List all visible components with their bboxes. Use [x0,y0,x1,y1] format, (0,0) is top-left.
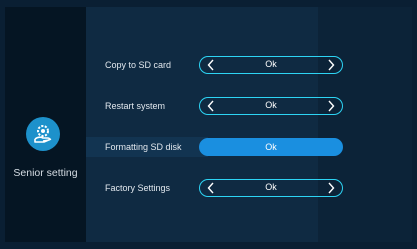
chevron-right-icon[interactable] [324,98,338,113]
setting-label: Formatting SD disk [105,142,182,152]
option-value: Ok [265,100,277,110]
chevron-left-icon[interactable] [204,180,218,195]
option-value: Ok [265,142,277,152]
chevron-right-icon[interactable] [324,57,338,72]
setting-label: Restart system [105,101,166,111]
option-selector[interactable]: Ok [199,97,343,115]
right-pane [318,7,412,242]
sidebar: Senior setting [5,7,86,242]
sidebar-label: Senior setting [13,167,78,179]
option-value: Ok [265,182,277,192]
content-panel [86,7,318,242]
setting-label: Factory Settings [105,183,171,193]
option-selector[interactable]: Ok [199,179,343,197]
senior-setting-icon[interactable] [26,117,60,151]
setting-label: Copy to SD card [105,60,172,70]
setting-row-copy-sd: Copy to SD card Ok [86,55,412,75]
chevron-left-icon[interactable] [204,57,218,72]
option-selector[interactable]: Ok [199,138,343,156]
option-selector[interactable]: Ok [199,56,343,74]
setting-row-factory: Factory Settings Ok [86,178,412,198]
setting-row-format-sd[interactable]: Formatting SD disk Ok [86,137,412,157]
chevron-left-icon[interactable] [204,98,218,113]
settings-screen: Senior setting Copy to SD card Ok Restar… [5,7,412,242]
option-value: Ok [265,59,277,69]
setting-row-restart: Restart system Ok [86,96,412,116]
chevron-right-icon[interactable] [324,180,338,195]
